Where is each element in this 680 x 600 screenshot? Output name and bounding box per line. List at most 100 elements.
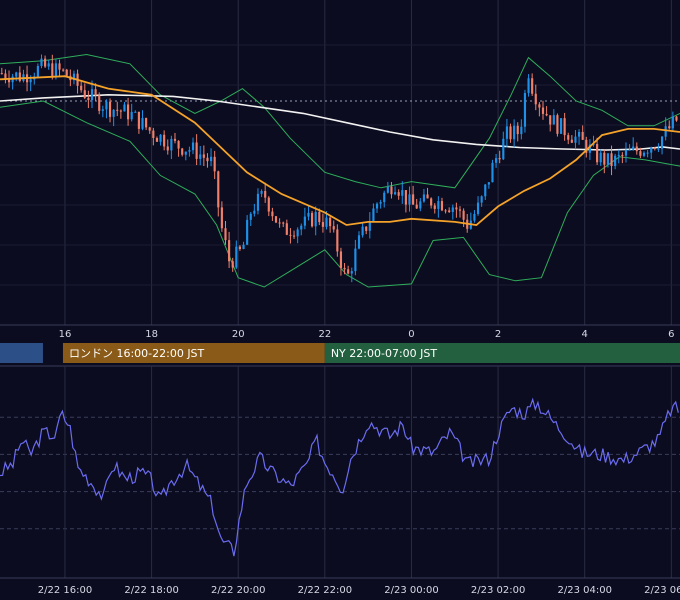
candle bbox=[556, 113, 559, 137]
date-tick-label: 2/22 20:00 bbox=[211, 585, 265, 596]
candle-body bbox=[361, 226, 364, 236]
candle-body bbox=[365, 226, 368, 231]
candle-body bbox=[325, 217, 328, 227]
date-tick-label: 2/22 18:00 bbox=[124, 585, 178, 596]
candle-body bbox=[311, 212, 314, 227]
date-tick-label: 2/23 02:00 bbox=[471, 585, 525, 596]
candle-body bbox=[285, 223, 288, 235]
candle-body bbox=[577, 132, 581, 137]
candle-body bbox=[549, 115, 552, 125]
candle-body bbox=[44, 58, 47, 67]
candle-body bbox=[653, 147, 656, 149]
candle-body bbox=[238, 246, 242, 250]
candle-body bbox=[433, 205, 436, 209]
candle-body bbox=[256, 193, 260, 211]
candle-body bbox=[224, 228, 227, 241]
candle-body bbox=[264, 190, 267, 198]
candle-body bbox=[51, 63, 54, 78]
candle-body bbox=[213, 156, 216, 172]
candle-body bbox=[498, 158, 501, 160]
candle-body bbox=[184, 151, 187, 155]
candle-body bbox=[383, 192, 386, 203]
candle-body bbox=[90, 89, 94, 101]
candle-body bbox=[170, 138, 173, 151]
candle-body bbox=[660, 136, 664, 149]
candle-body bbox=[321, 222, 324, 227]
session-label-ny: NY 22:00-07:00 JST bbox=[331, 347, 438, 360]
chart-container: 16 18 20 22 0 2 4 6 ロンドン 16:00-22:00 JST NY 22:0… bbox=[0, 0, 680, 600]
candle-body bbox=[94, 89, 97, 96]
candle-body bbox=[62, 69, 65, 71]
candle-body bbox=[83, 90, 86, 98]
candle-body bbox=[430, 198, 433, 206]
candle-body bbox=[408, 194, 411, 205]
candle-body bbox=[119, 110, 122, 112]
hour-tick-label: 20 bbox=[232, 329, 245, 340]
candle-body bbox=[231, 261, 234, 268]
session-bar: ロンドン 16:00-22:00 JST NY 22:00-07:00 JST bbox=[0, 343, 680, 363]
candle-body bbox=[513, 125, 516, 140]
candle-body bbox=[419, 201, 422, 209]
candle-body bbox=[386, 186, 389, 193]
candle-body bbox=[393, 192, 397, 195]
candle-body bbox=[209, 156, 213, 162]
candle-body bbox=[520, 126, 523, 135]
candle-body bbox=[451, 207, 454, 213]
candle-body bbox=[570, 139, 573, 143]
candle-body bbox=[58, 63, 61, 70]
candle-body bbox=[217, 171, 220, 208]
candle-body bbox=[567, 135, 570, 140]
candle-body bbox=[404, 190, 407, 205]
candle-body bbox=[40, 58, 43, 67]
hour-tick-label: 0 bbox=[408, 329, 414, 340]
candle-body bbox=[36, 66, 39, 77]
candle-body bbox=[228, 240, 231, 262]
candle-body bbox=[47, 63, 50, 67]
candle-body bbox=[206, 157, 209, 162]
candle-body bbox=[375, 203, 379, 209]
candle-body bbox=[484, 184, 487, 197]
candle-body bbox=[668, 126, 671, 129]
chart-background bbox=[0, 0, 680, 600]
hour-tick-label: 22 bbox=[318, 329, 331, 340]
candle-body bbox=[65, 69, 68, 76]
candle-body bbox=[495, 158, 498, 163]
candle-body bbox=[148, 127, 151, 131]
candle-body bbox=[300, 225, 303, 230]
candle-body bbox=[123, 104, 126, 112]
candle-body bbox=[635, 146, 638, 152]
candle-body bbox=[563, 118, 566, 136]
candle-body bbox=[296, 229, 299, 237]
hour-tick-label: 18 bbox=[145, 329, 158, 340]
candle-body bbox=[639, 151, 642, 156]
candle-body bbox=[480, 196, 483, 203]
date-tick-label: 2/23 04:00 bbox=[557, 585, 611, 596]
candle bbox=[274, 215, 278, 224]
candle-body bbox=[246, 219, 249, 245]
candle-body bbox=[220, 207, 223, 229]
candle-body bbox=[289, 234, 292, 236]
candle-body bbox=[632, 146, 635, 150]
candle-body bbox=[134, 111, 137, 113]
candle-body bbox=[502, 138, 505, 160]
candle-body bbox=[242, 244, 245, 250]
candle-body bbox=[379, 202, 382, 204]
candle-body bbox=[274, 216, 278, 223]
candle-body bbox=[509, 126, 512, 140]
candle-body bbox=[448, 210, 451, 213]
candle-body bbox=[523, 93, 527, 127]
candle-body bbox=[18, 72, 21, 81]
candle-body bbox=[177, 140, 180, 149]
candle-body bbox=[87, 97, 90, 101]
candle-body bbox=[516, 125, 519, 135]
candle-body bbox=[675, 116, 678, 121]
candle-body bbox=[440, 201, 444, 211]
session-label-london: ロンドン 16:00-22:00 JST bbox=[69, 347, 205, 360]
candle-body bbox=[336, 229, 339, 252]
candle-body bbox=[444, 210, 447, 212]
candle-body bbox=[166, 146, 169, 151]
date-tick-label: 2/23 00:00 bbox=[384, 585, 438, 596]
candle-body bbox=[260, 190, 263, 194]
candle-body bbox=[354, 248, 357, 272]
candle-body bbox=[476, 202, 480, 214]
